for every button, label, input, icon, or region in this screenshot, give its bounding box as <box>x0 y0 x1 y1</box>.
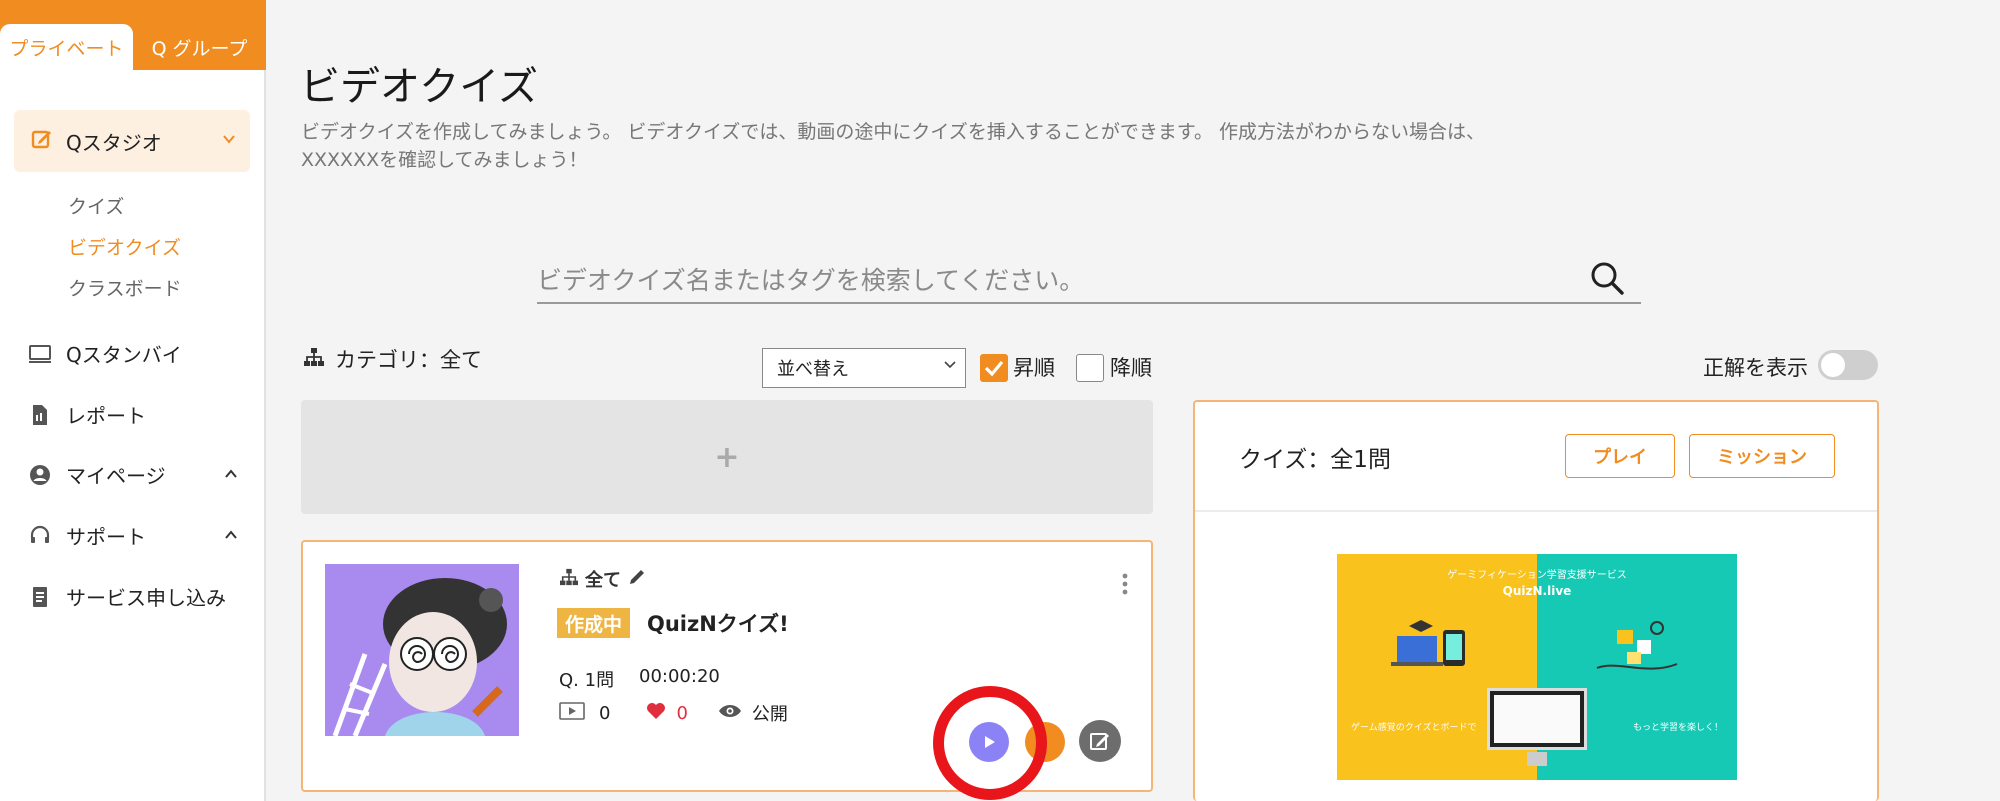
ascending-checkbox[interactable] <box>980 354 1008 382</box>
quiz-thumbnail <box>325 564 519 736</box>
monitor-screen <box>1494 695 1580 743</box>
panel-divider <box>1195 510 1877 512</box>
toggle-knob <box>1821 353 1845 377</box>
hierarchy-icon <box>303 347 325 372</box>
sidebar-item-standby[interactable]: Qスタンバイ <box>28 339 182 368</box>
board-illustration <box>1596 621 1678 670</box>
video-icon <box>559 701 585 726</box>
preview-header: ゲーミフィケーション学習支援サービス <box>1447 570 1627 581</box>
monitor-illustration <box>1487 688 1587 750</box>
category-filter[interactable]: カテゴリ：全て <box>303 344 482 374</box>
sidebar-item-label: Qスタジオ <box>66 130 162 155</box>
category-label: カテゴリ：全て <box>335 348 482 372</box>
chevron-down-icon <box>943 357 957 375</box>
edit-button[interactable] <box>1079 720 1121 762</box>
show-answer-label: 正解を表示 <box>1703 356 1808 380</box>
quiz-title: QuizNクイズ! <box>647 612 789 636</box>
preview-brand: QuizN.live <box>1502 584 1572 598</box>
heart-icon <box>646 702 666 725</box>
search-input[interactable] <box>537 258 1577 302</box>
sidebar-subitem-quiz[interactable]: クイズ <box>68 192 124 219</box>
sidebar-item-label: マイページ <box>66 464 166 488</box>
quiz-category: 全て <box>559 566 647 592</box>
show-answer-toggle[interactable] <box>1818 350 1878 380</box>
page-title: ビデオクイズ <box>300 64 538 110</box>
headset-icon <box>28 524 52 548</box>
sort-select[interactable]: 並べ替え <box>762 348 966 388</box>
sidebar-subitem-classboard[interactable]: クラスボード <box>68 274 182 301</box>
descending-label: 降順 <box>1110 356 1152 380</box>
panel-mission-button[interactable]: ミッション <box>1689 434 1835 478</box>
sort-select-value: 並べ替え <box>777 359 849 380</box>
sidebar-item-label: Qスタンバイ <box>66 343 182 367</box>
preview-caption-right: もっと学習を楽しく！ <box>1632 723 1723 733</box>
quiz-category-label: 全て <box>585 570 621 591</box>
video-preview[interactable]: ゲーミフィケーション学習支援サービス QuizN.live ゲーム感覚のクイズと… <box>1337 554 1737 780</box>
search-icon[interactable] <box>1587 258 1627 298</box>
tab-private[interactable]: プライベート <box>0 24 133 70</box>
more-options-icon[interactable] <box>1121 572 1129 596</box>
ascending-label: 昇順 <box>1013 356 1055 380</box>
user-circle-icon <box>28 463 52 487</box>
monitor-stand <box>1527 752 1547 766</box>
play-count: 0 <box>599 702 611 724</box>
sidebar-item-support[interactable]: サポート <box>28 521 237 550</box>
sidebar-item-label: サービス申し込み <box>66 586 226 610</box>
eye-icon <box>718 703 742 724</box>
chevron-down-icon[interactable] <box>222 130 236 151</box>
sidebar-tabbar: プライベート Q グループ <box>0 0 266 70</box>
hierarchy-icon <box>559 568 579 591</box>
sidebar-item-report[interactable]: レポート <box>28 400 146 429</box>
panel-play-button[interactable]: プレイ <box>1565 434 1675 478</box>
plus-icon: + <box>714 439 740 475</box>
like-count: 0 <box>676 702 688 724</box>
sidebar-item-service[interactable]: サービス申し込み <box>28 582 226 611</box>
document-icon <box>28 403 52 427</box>
check-icon <box>984 360 1004 377</box>
sidebar-item-studio[interactable]: Qスタジオ <box>14 110 250 172</box>
sidebar-item-label: レポート <box>66 404 146 428</box>
page-description: ビデオクイズを作成してみましょう。 ビデオクイズでは、動画の途中にクイズを挿入す… <box>301 121 1486 171</box>
edit-icon <box>1090 733 1109 750</box>
status-badge: 作成中 <box>557 608 631 638</box>
search-bar <box>537 258 1641 304</box>
tab-group[interactable]: Q グループ <box>133 24 266 70</box>
visibility-label: 公開 <box>751 704 788 725</box>
sidebar-item-label: サポート <box>66 525 146 549</box>
chevron-up-icon[interactable] <box>224 526 238 545</box>
devices-illustration <box>1391 620 1465 666</box>
sidebar-subitem-videoquiz[interactable]: ビデオクイズ <box>68 233 181 260</box>
sidebar-item-mypage[interactable]: マイページ <box>28 460 237 489</box>
add-video-quiz-button[interactable]: + <box>301 400 1153 514</box>
monitor-icon <box>28 342 52 366</box>
highlight-circle <box>933 686 1047 800</box>
chevron-up-icon[interactable] <box>224 465 238 484</box>
sidebar: プライベート Q グループ Qスタジオ クイズ ビデオクイズ クラスボード Qス… <box>0 0 266 801</box>
edit-square-icon <box>30 127 54 155</box>
descending-checkbox[interactable] <box>1076 354 1104 382</box>
video-quiz-card[interactable]: 全て 作成中 QuizNクイズ! Q. 1問 00:00:20 0 0 公開 <box>301 540 1153 800</box>
quiz-duration: 00:00:20 <box>639 666 720 687</box>
form-icon <box>28 585 52 609</box>
quiz-detail-panel: クイズ：全1問 プレイ ミッション ゲーミフィケーション学習支援サービス Qui… <box>1193 400 1879 801</box>
quiz-count: クイズ：全1問 <box>1239 447 1391 473</box>
preview-caption-left: ゲーム感覚のクイズとボードで <box>1351 723 1477 733</box>
pencil-icon[interactable] <box>627 567 647 592</box>
quiz-stats: 0 0 公開 <box>559 700 788 726</box>
quiz-question-count: Q. 1問 <box>559 670 615 691</box>
